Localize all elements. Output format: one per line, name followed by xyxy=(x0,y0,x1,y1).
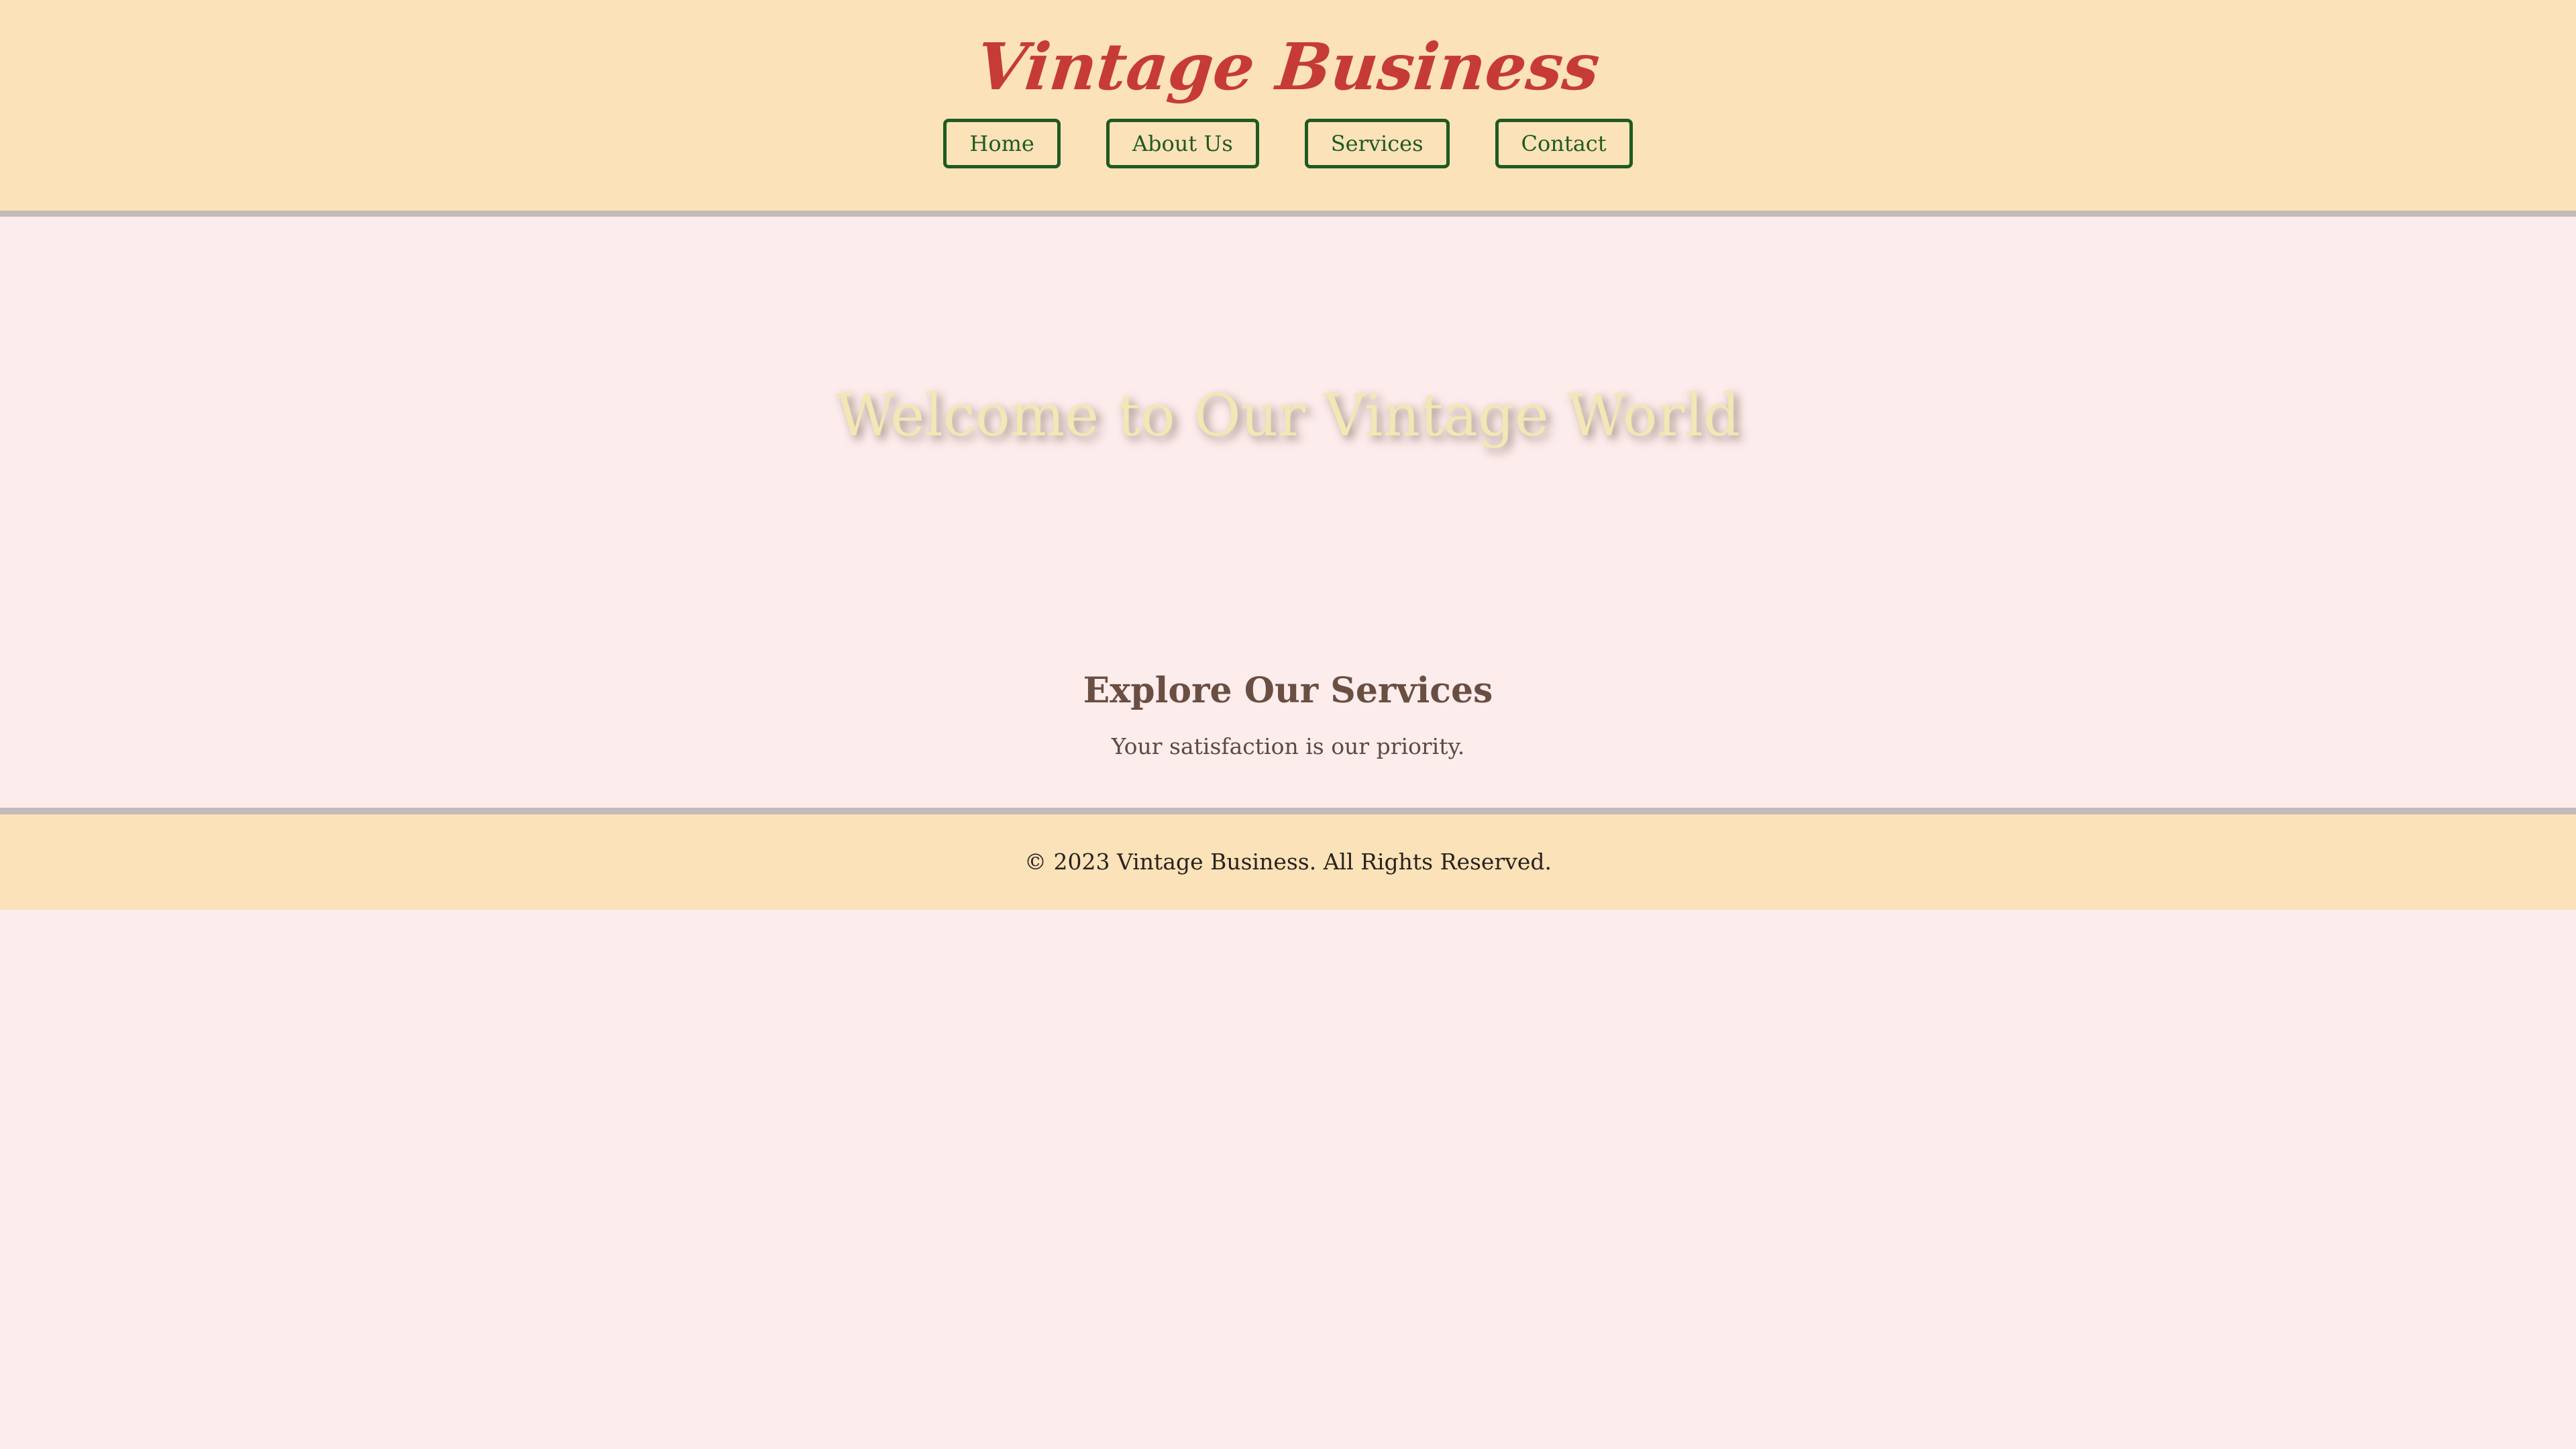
page: Vintage Business Home About Us Services … xyxy=(0,0,2576,1449)
nav-contact-button[interactable]: Contact xyxy=(1495,119,1633,168)
hero-title: Welcome to Our Vintage World xyxy=(835,382,1741,449)
services-title: Explore Our Services xyxy=(1083,670,1493,711)
services-subtitle: Your satisfaction is our priority. xyxy=(1111,733,1465,759)
brand-logo[interactable]: Vintage Business xyxy=(0,27,2576,107)
nav-about-us-button[interactable]: About Us xyxy=(1106,119,1259,168)
footer-copyright: © 2023 Vintage Business. All Rights Rese… xyxy=(1024,849,1552,875)
nav-services-button[interactable]: Services xyxy=(1304,119,1450,168)
site-footer: © 2023 Vintage Business. All Rights Rese… xyxy=(0,808,2576,910)
main-nav: Home About Us Services Contact xyxy=(0,119,2576,170)
site-header: Vintage Business Home About Us Services … xyxy=(0,0,2576,217)
nav-home-button[interactable]: Home xyxy=(943,119,1061,168)
